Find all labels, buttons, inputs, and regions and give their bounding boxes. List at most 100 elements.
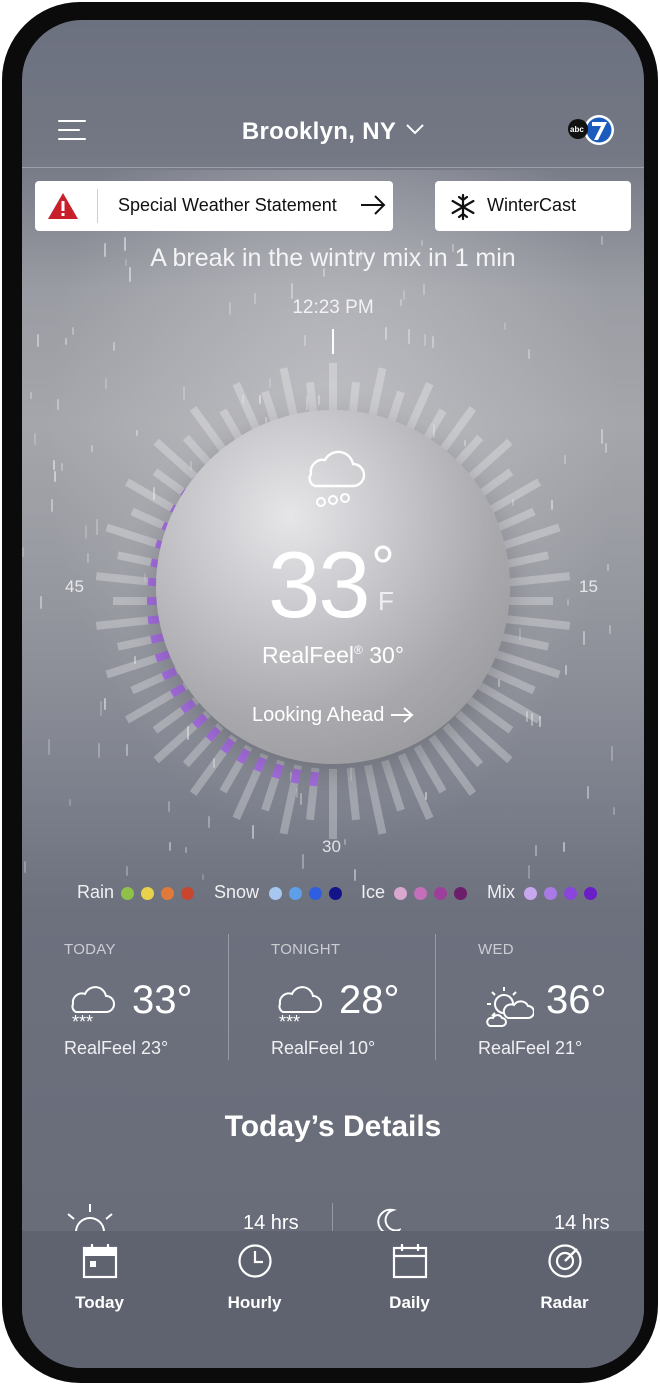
dial-label-15: 15 <box>579 577 598 596</box>
todays-details-heading: Today’s Details <box>224 1110 442 1143</box>
minutecast-headline: A break in the wintry mix in 1 min <box>150 244 516 272</box>
legend-mix-label: Mix <box>487 882 515 902</box>
legend-mix-dot <box>564 887 577 900</box>
legend-mix-dot <box>544 887 557 900</box>
legend-ice-dot <box>414 887 427 900</box>
rain-streak <box>56 399 59 411</box>
dial-precip-tick <box>205 726 221 742</box>
forecast-realfeel: RealFeel 21° <box>478 1038 583 1058</box>
calendar-icon <box>392 1243 428 1284</box>
dial-precip-tick <box>236 747 251 765</box>
dial-label-30: 30 <box>322 837 341 856</box>
rain-streak <box>504 322 507 331</box>
location-name: Brooklyn, NY <box>241 118 397 145</box>
legend-rain-dot <box>161 887 174 900</box>
forecast-divider <box>228 934 229 1060</box>
svg-text:***: *** <box>72 1012 93 1030</box>
forecast-today[interactable]: TODAY *** 33° RealFeel 23° <box>64 938 264 1068</box>
forecast-temp: 28° <box>339 978 400 1022</box>
bottom-tab-bar: Today Hourly Daily Radar <box>22 1231 644 1368</box>
snow-cloud-icon: *** <box>275 984 323 1035</box>
snow-cloud-icon <box>301 446 367 513</box>
dial-tick <box>381 759 405 812</box>
current-conditions-orb[interactable]: 33 ° F RealFeel® 30° Looking Ahead <box>156 410 510 764</box>
rain-streak <box>51 498 54 512</box>
forecast-day-label: WED <box>478 941 514 958</box>
rain-streak <box>431 336 434 348</box>
forecast-day-label: TODAY <box>64 941 116 958</box>
svg-text:abc: abc <box>570 125 584 134</box>
rain-streak <box>304 335 307 347</box>
forecast-wed[interactable]: WED 36° RealFeel 21° <box>478 938 644 1068</box>
abc7-logo[interactable]: abc <box>567 112 615 148</box>
svg-text:***: *** <box>279 1012 300 1030</box>
forecast-divider <box>435 934 436 1060</box>
looking-ahead-link[interactable]: Looking Ahead <box>156 704 510 727</box>
wintercast-label: WinterCast <box>487 195 577 215</box>
forecast-temp: 33° <box>132 978 193 1022</box>
rain-streak <box>301 853 304 869</box>
snowflake-icon <box>449 193 477 226</box>
rain-streak <box>36 333 39 347</box>
dial-tick <box>484 665 536 695</box>
calendar-today-icon <box>82 1243 118 1284</box>
dial-tick <box>346 767 360 821</box>
special-weather-statement-button[interactable]: Special Weather Statement <box>35 181 393 231</box>
rain-streak <box>24 861 27 874</box>
dial-tick <box>499 572 571 588</box>
legend-ice-dot <box>454 887 467 900</box>
partly-cloudy-sun-icon <box>482 984 535 1037</box>
legend-rain-dot <box>121 887 134 900</box>
forecast-tonight[interactable]: TONIGHT *** 28° RealFeel 10° <box>271 938 471 1068</box>
temperature-unit: F <box>378 586 394 616</box>
forecast-realfeel: RealFeel 23° <box>64 1038 169 1058</box>
tab-hourly[interactable]: Hourly <box>177 1231 332 1321</box>
realfeel-value: RealFeel® 30° <box>261 642 405 668</box>
rain-streak <box>30 392 33 400</box>
dial-precip-tick <box>253 756 267 773</box>
rain-streak <box>612 806 615 816</box>
rain-streak <box>407 328 410 344</box>
legend-mix-dot <box>584 887 597 900</box>
snow-cloud-icon: *** <box>68 984 116 1035</box>
legend-snow-dot <box>309 887 322 900</box>
dial-precip-tick <box>220 737 236 754</box>
radar-icon <box>547 1243 583 1284</box>
forecast-temp: 36° <box>546 978 607 1022</box>
dial-precip-tick <box>169 683 187 698</box>
rain-streak <box>527 865 530 879</box>
tab-label: Today <box>75 1293 124 1312</box>
rain-streak <box>33 433 36 446</box>
wintercast-button[interactable]: WinterCast <box>435 181 631 231</box>
legend-mix-dot <box>524 887 537 900</box>
tab-daily[interactable]: Daily <box>332 1231 487 1321</box>
app-header: Brooklyn, NY abc <box>22 20 644 168</box>
legend-snow-dot <box>269 887 282 900</box>
tab-label: Daily <box>389 1293 430 1312</box>
rain-streak <box>423 284 426 295</box>
current-time-label: 12:23 PM <box>292 297 374 318</box>
dial-label-45: 45 <box>65 577 84 596</box>
rain-streak <box>423 333 426 347</box>
tab-today[interactable]: Today <box>22 1231 177 1321</box>
forecast-day-label: TONIGHT <box>271 941 341 958</box>
dial-tick <box>499 614 571 630</box>
tab-label: Hourly <box>227 1293 282 1312</box>
legend-ice-label: Ice <box>361 882 386 902</box>
dial-precip-tick <box>161 667 178 681</box>
rain-streak <box>601 429 604 445</box>
clock-icon <box>237 1243 273 1284</box>
app-screen: Brooklyn, NY abc Special Weather Stateme… <box>22 20 644 1368</box>
arrow-right-icon <box>390 707 414 723</box>
rain-streak <box>201 874 204 881</box>
tab-radar[interactable]: Radar <box>487 1231 642 1321</box>
alert-divider <box>97 189 98 223</box>
legend-ice-dot <box>394 887 407 900</box>
dial-tick <box>364 764 387 835</box>
legend-snow-dot <box>329 887 342 900</box>
location-selector[interactable]: Brooklyn, NY <box>22 114 644 146</box>
rain-streak <box>125 865 128 877</box>
rain-streak <box>608 624 611 635</box>
legend-rain-label: Rain <box>77 882 115 902</box>
tab-label: Radar <box>540 1293 589 1312</box>
